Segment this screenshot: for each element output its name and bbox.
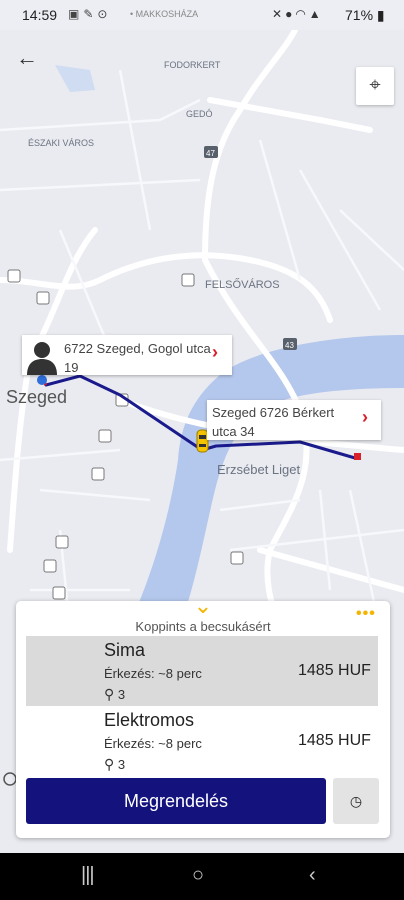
wifi-icon: ◠ [295,7,309,21]
district-gedo: GEDÓ [186,109,213,119]
status-bar: 14:59 ▣✎⊙ • MAKKOSHÁZA ✕●◠▲ 71% ▮ [0,0,404,30]
schedule-button[interactable]: ◷ [333,778,379,824]
city-label-szeged: Szeged [6,387,67,407]
tram-stop-icon [52,586,66,600]
ride-option-seats: ⚲ 3 [104,686,125,703]
clock-icon: ◷ [349,793,363,809]
ride-option-eta: Érkezés: ~8 perc [104,736,202,751]
system-icons: ✕●◠▲ [272,7,324,21]
ride-option-seats: ⚲ 3 [104,756,125,773]
road-south-east [257,547,404,593]
park-label-erzsebet-liget: Erzsébet Liget [217,462,300,477]
battery-indicator: 71% ▮ [345,7,385,24]
minor-road [219,498,301,512]
ride-option-sima[interactable]: Sima Érkezés: ~8 perc ⚲ 3 1485 HUF [26,636,378,706]
minor-road [39,488,151,502]
person-icon: ⚲ [104,686,115,702]
road-47-label: 47 [206,149,215,158]
tram-stop-icon [98,429,112,443]
tisza-river [118,335,404,640]
ride-option-price: 1485 HUF [298,732,371,749]
person-icon: ⚲ [104,756,115,772]
chevron-right-icon: › [362,407,368,427]
signal-icon: ▲ [308,7,324,21]
minor-road [0,98,201,132]
back-arrow-icon[interactable]: ← [12,44,42,74]
location-icon: ● [285,7,296,21]
recents-icon[interactable]: ||| [81,864,95,887]
tram-stop-icon [230,551,244,565]
pickup-dot [37,375,47,385]
copyright-icon [3,772,17,786]
ring-road [0,252,333,323]
ride-option-name: Elektromos [104,710,195,730]
minor-road [229,528,404,552]
district-fodorkert: FODORKERT [164,60,221,70]
home-icon[interactable]: ○ [192,864,204,887]
tram-stop-icon [55,535,69,549]
notification-icons: ▣✎⊙ [68,7,111,21]
minor-road [0,178,201,192]
person-avatar-icon [22,335,62,375]
district-eszaki-varos: ÉSZAKI VÁROS [28,138,94,148]
tram-stop-icon [91,467,105,481]
ride-option-name: Sima [104,640,146,660]
district-felsovaros: FELSŐVÁROS [205,277,280,291]
image-icon: ▣ [68,7,84,21]
ride-options-panel: ⌄ ••• Koppints a becsukásért Sima Érkezé… [16,595,390,838]
carrier-label: • MAKKOSHÁZA [130,9,199,19]
tram-stop-icon [7,269,21,283]
minor-road [118,69,152,231]
back-icon[interactable]: ‹ [309,864,316,887]
my-location-button[interactable]: ⌖ [356,67,394,105]
location-icon: ⊙ [97,7,112,21]
collapse-chevron-icon[interactable]: ⌄ [183,595,223,617]
minor-road [258,139,302,281]
collapse-hint[interactable]: Koppints a becsukásért [16,619,390,634]
pickup-address-card[interactable]: 6722 Szeged, Gogol utca 19 › [22,335,232,375]
destination-marker [354,453,361,460]
chevron-right-icon: › [212,342,218,362]
lake-shape [55,65,95,92]
status-time: 14:59 [22,7,58,23]
mute-icon: ✕ [272,7,286,21]
system-nav-bar: ||| ○ ‹ [0,853,404,900]
seat-count: 3 [117,757,126,772]
wrench-icon: ✎ [83,7,98,21]
tram-stop-icon [181,273,195,287]
road-43-label: 43 [285,341,294,350]
pickup-address-text: 6722 Szeged, Gogol utca 19 [64,341,211,375]
tram-stop-icon [43,559,57,573]
order-button[interactable]: Megrendelés [26,778,326,824]
battery-percent: 71% [345,7,374,23]
minor-road [339,209,404,271]
battery-icon: ▮ [376,7,385,23]
destination-address-card[interactable]: Szeged 6726 Bérkert utca 34 › [207,400,381,440]
ride-option-elektromos[interactable]: Elektromos Érkezés: ~8 perc ⚲ 3 1485 HUF [26,706,378,776]
seat-count: 3 [117,687,126,702]
crosshair-icon: ⌖ [369,74,381,96]
ride-option-price: 1485 HUF [298,662,371,679]
destination-address-text: Szeged 6726 Bérkert utca 34 [212,405,335,439]
carrier-name: MAKKOSHÁZA [135,9,199,19]
ride-option-eta: Érkezés: ~8 perc [104,666,202,681]
tram-stop-icon [36,291,50,305]
